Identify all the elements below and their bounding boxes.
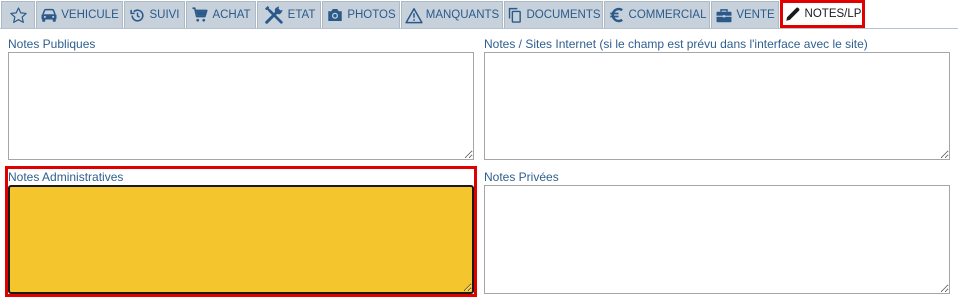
tab-label: VENTE [736,9,775,21]
tab-label: MANQUANTS [425,9,500,21]
cart-icon [192,7,209,22]
tab-vente[interactable]: VENTE [711,1,779,28]
history-icon [130,8,145,22]
notes-sites-internet-textarea[interactable] [484,52,950,160]
tab-label: SUIVI [149,9,180,21]
tab-label: NOTES/LP [804,8,862,20]
copy-icon [509,7,522,23]
car-icon [41,8,57,22]
notes-publiques-label: Notes Publiques [8,37,96,51]
notes-privees-label: Notes Privées [484,170,559,184]
euro-icon [609,7,623,23]
tools-icon [264,5,283,24]
tab-label: DOCUMENTS [526,9,601,21]
warning-icon [405,7,423,23]
tab-vehicule[interactable]: VEHICULE [36,1,123,28]
tab-etat[interactable]: ETAT [257,1,321,28]
tab-label: ACHAT [212,9,251,21]
tab-suivi[interactable]: SUIVI [124,1,185,28]
tab-notes-lp[interactable]: NOTES/LP [780,0,865,28]
camera-icon [328,9,343,21]
tab-commercial[interactable]: COMMERCIAL [604,1,710,28]
tab-label: PHOTOS [347,9,396,21]
notes-administratives-textarea[interactable] [8,185,474,294]
tab-photos[interactable]: PHOTOS [322,1,400,28]
notes-sites-internet-label: Notes / Sites Internet (si le champ est … [484,37,868,51]
tab-label: COMMERCIAL [628,9,707,21]
notes-publiques-textarea[interactable] [8,52,474,160]
notes-privees-textarea[interactable] [484,185,950,294]
tab-bar: VEHICULE SUIVI ACHAT ETAT PHOTOS MANQUAN… [0,0,958,29]
briefcase-icon [716,8,732,22]
tab-favori[interactable] [1,1,35,28]
pencil-icon [785,7,800,21]
star-outline-icon [9,6,27,23]
tab-manquants[interactable]: MANQUANTS [401,1,503,28]
tab-label: VEHICULE [61,9,119,21]
tab-label: ETAT [287,9,316,21]
tab-achat[interactable]: ACHAT [186,1,256,28]
tab-documents[interactable]: DOCUMENTS [504,1,603,28]
notes-administratives-label: Notes Administratives [8,170,124,184]
